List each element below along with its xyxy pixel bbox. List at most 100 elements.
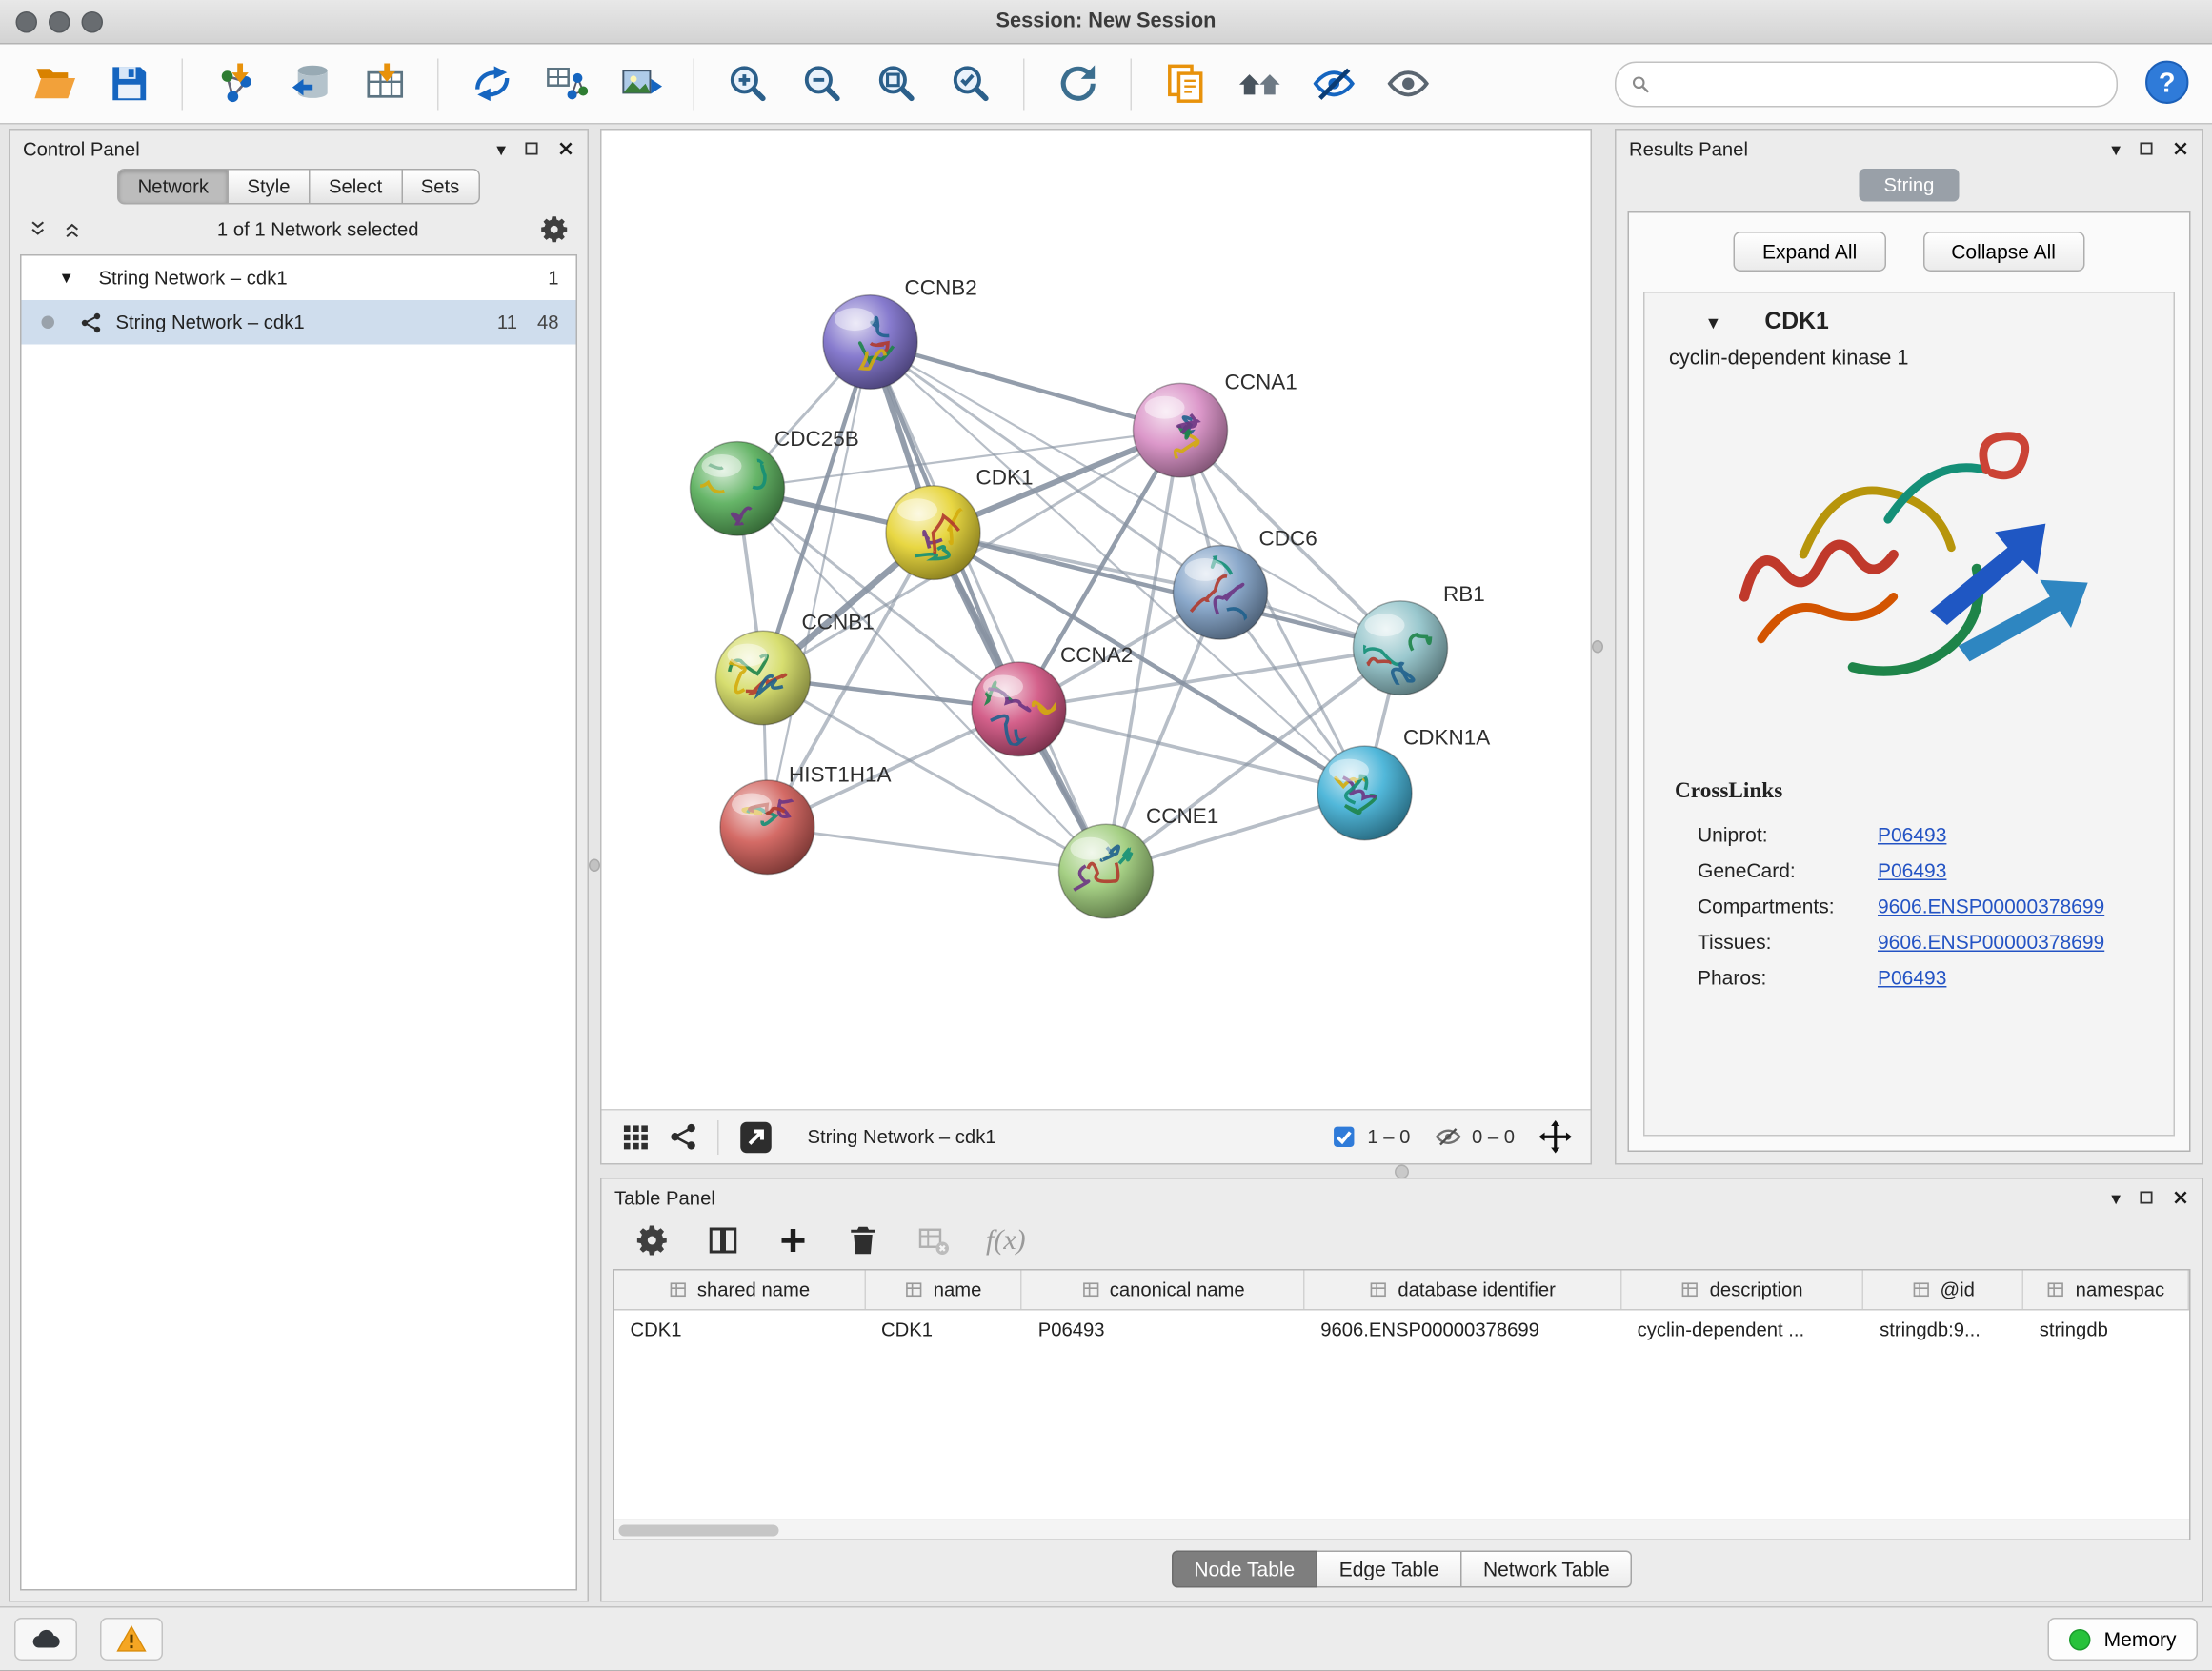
horizontal-splitter[interactable] xyxy=(600,1165,2203,1178)
table-settings-gear-button[interactable] xyxy=(636,1223,671,1258)
tree-expander-icon[interactable]: ▼ xyxy=(59,270,76,287)
export-network-button[interactable] xyxy=(737,1118,774,1156)
network-node-CCNA1[interactable] xyxy=(1134,383,1228,477)
network-node-CDKN1A[interactable] xyxy=(1317,746,1412,840)
network-node-RB1[interactable] xyxy=(1354,601,1448,695)
network-type-icon xyxy=(80,311,103,333)
network-node-CDC6[interactable] xyxy=(1174,546,1268,643)
crosslink-link[interactable]: P06493 xyxy=(1878,858,1946,881)
crosslink-link[interactable]: 9606.ENSP00000378699 xyxy=(1878,894,2104,916)
tab-style[interactable]: Style xyxy=(229,169,311,205)
network-node-CCNB1[interactable] xyxy=(716,631,811,725)
tab-node-table[interactable]: Node Table xyxy=(1171,1551,1317,1588)
save-session-button[interactable] xyxy=(94,52,163,115)
show-all-button[interactable] xyxy=(1374,52,1442,115)
svg-text:?: ? xyxy=(2158,68,2175,98)
tab-string[interactable]: String xyxy=(1860,169,1959,202)
zoom-selected-button[interactable] xyxy=(936,52,1005,115)
zoom-in-icon xyxy=(725,62,770,107)
table-panel-menu-button[interactable]: ▾ xyxy=(2111,1188,2121,1207)
search-box[interactable] xyxy=(1615,61,2118,107)
entry-description: cyclin-dependent kinase 1 xyxy=(1645,342,2174,371)
table-horizontal-scrollbar[interactable] xyxy=(614,1520,2189,1540)
right-splitter[interactable] xyxy=(1592,129,1603,1165)
network-canvas[interactable]: CCNB2CCNA1CDC25BCDK1CDC6RB1CCNB1CCNA2CDK… xyxy=(602,131,1591,1110)
export-image-button[interactable] xyxy=(606,52,674,115)
column-header-database-identifier[interactable]: database identifier xyxy=(1305,1271,1621,1310)
collapse-all-button[interactable]: Collapse All xyxy=(1922,232,2084,272)
import-network-database-button[interactable] xyxy=(276,52,345,115)
network-node-CCNB2[interactable] xyxy=(823,295,917,390)
results-panel-float-button[interactable] xyxy=(2138,140,2155,157)
fit-content-button[interactable] xyxy=(1539,1120,1573,1154)
cloud-button[interactable] xyxy=(14,1619,77,1661)
add-column-button[interactable] xyxy=(776,1223,811,1258)
network-node-CCNE1[interactable] xyxy=(1056,824,1154,918)
control-panel-close-button[interactable] xyxy=(557,140,574,157)
help-button[interactable]: ? xyxy=(2141,58,2192,110)
tab-select[interactable]: Select xyxy=(310,169,402,205)
close-window-button[interactable] xyxy=(16,10,38,32)
open-session-button[interactable] xyxy=(20,52,89,115)
column-header-shared-name[interactable]: shared name xyxy=(614,1271,866,1310)
network-node-HIST1H1A[interactable] xyxy=(720,780,814,875)
network-node-CDK1[interactable] xyxy=(886,486,980,580)
search-input[interactable] xyxy=(1660,71,2102,96)
expand-all-networks-button[interactable] xyxy=(62,219,84,241)
network-options-gear-button[interactable] xyxy=(540,214,571,245)
network-tree: ▼ String Network – cdk1 1 String Network… xyxy=(20,254,577,1591)
minimize-window-button[interactable] xyxy=(49,10,70,32)
table-row[interactable]: CDK1CDK1P064939606.ENSP00000378699cyclin… xyxy=(614,1311,2189,1351)
left-splitter[interactable] xyxy=(589,129,600,1602)
warnings-button[interactable] xyxy=(100,1619,163,1661)
column-header-canonical-name[interactable]: canonical name xyxy=(1022,1271,1304,1310)
delete-column-button[interactable] xyxy=(846,1223,880,1258)
table-panel-close-button[interactable] xyxy=(2172,1189,2189,1206)
control-panel-menu-button[interactable]: ▾ xyxy=(496,139,506,158)
zoom-out-button[interactable] xyxy=(788,52,856,115)
help-icon: ? xyxy=(2142,58,2190,106)
entry-collapse-icon[interactable]: ▼ xyxy=(1705,312,1722,332)
zoom-in-button[interactable] xyxy=(714,52,782,115)
tab-network-table[interactable]: Network Table xyxy=(1461,1551,1632,1588)
crosslink-link[interactable]: P06493 xyxy=(1878,965,1946,988)
new-network-button[interactable] xyxy=(457,52,526,115)
crosslink-row: Uniprot:P06493 xyxy=(1645,816,2174,853)
expand-all-button[interactable]: Expand All xyxy=(1734,232,1885,272)
column-header-description[interactable]: description xyxy=(1621,1271,1864,1310)
collapse-all-networks-button[interactable] xyxy=(28,219,50,241)
crosslink-link[interactable]: 9606.ENSP00000378699 xyxy=(1878,930,2104,953)
import-table-file-button[interactable] xyxy=(351,52,419,115)
birdseye-view-button[interactable] xyxy=(669,1122,699,1153)
network-node-CCNA2[interactable] xyxy=(972,662,1066,756)
column-header-namespac[interactable]: namespac xyxy=(2023,1271,2189,1310)
warning-icon xyxy=(116,1624,148,1656)
crosslink-link[interactable]: P06493 xyxy=(1878,822,1946,845)
zoom-window-button[interactable] xyxy=(82,10,104,32)
network-from-table-button[interactable] xyxy=(532,52,600,115)
column-header-@id[interactable]: @id xyxy=(1864,1271,2024,1310)
first-neighbors-icon xyxy=(1237,62,1281,107)
control-panel-float-button[interactable] xyxy=(523,140,540,157)
memory-button[interactable]: Memory xyxy=(2048,1619,2198,1661)
results-panel-close-button[interactable] xyxy=(2172,140,2189,157)
tab-sets[interactable]: Sets xyxy=(402,169,479,205)
hide-selected-button[interactable] xyxy=(1299,52,1368,115)
table-panel-float-button[interactable] xyxy=(2138,1189,2155,1206)
copy-document-button[interactable] xyxy=(1151,52,1219,115)
results-panel-menu-button[interactable]: ▾ xyxy=(2111,139,2121,158)
network-node-CDC25B[interactable] xyxy=(690,442,784,536)
network-edge-count: 48 xyxy=(537,312,559,333)
zoom-fit-button[interactable] xyxy=(862,52,931,115)
refresh-layout-button[interactable] xyxy=(1043,52,1112,115)
grid-view-button[interactable] xyxy=(620,1122,651,1153)
import-network-file-button[interactable] xyxy=(202,52,271,115)
refresh-layout-icon xyxy=(1056,62,1100,107)
show-columns-button[interactable] xyxy=(706,1223,740,1258)
network-collection-row[interactable]: ▼ String Network – cdk1 1 xyxy=(22,256,576,301)
tab-edge-table[interactable]: Edge Table xyxy=(1317,1551,1461,1588)
network-row[interactable]: String Network – cdk1 11 48 xyxy=(22,300,576,345)
tab-network[interactable]: Network xyxy=(118,169,229,205)
column-header-name[interactable]: name xyxy=(866,1271,1023,1310)
first-neighbors-button[interactable] xyxy=(1225,52,1294,115)
